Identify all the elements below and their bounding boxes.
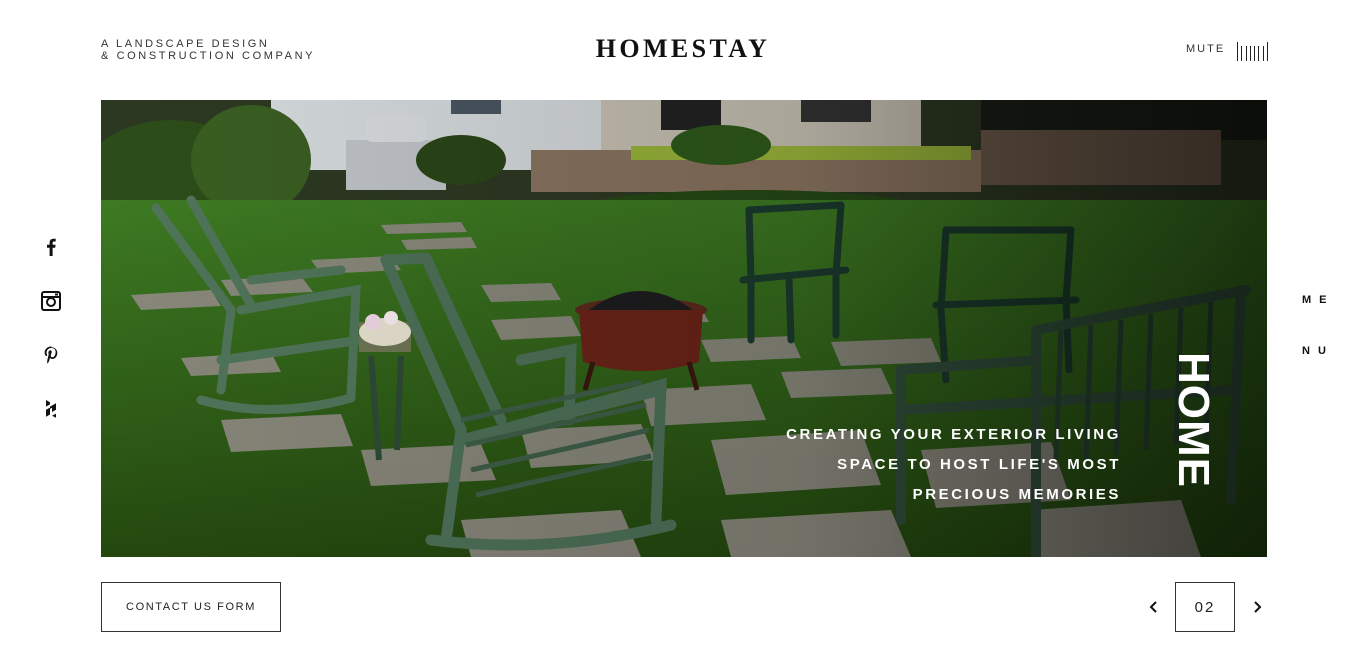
pinterest-icon[interactable] xyxy=(40,344,62,366)
page-number: 02 xyxy=(1175,582,1235,632)
social-links xyxy=(40,236,62,452)
hero-caption: CREATING YOUR EXTERIOR LIVING SPACE TO H… xyxy=(786,420,1121,510)
contact-us-button[interactable]: CONTACT US FORM xyxy=(101,582,281,632)
instagram-icon[interactable] xyxy=(40,290,62,312)
sound-bars-icon[interactable] xyxy=(1237,42,1268,61)
site-logo[interactable]: HOMESTAY xyxy=(0,34,1366,64)
chevron-right-icon[interactable] xyxy=(1248,598,1266,616)
caption-line-1: CREATING YOUR EXTERIOR LIVING xyxy=(786,426,1121,443)
facebook-icon[interactable] xyxy=(40,236,62,258)
menu-label-part-2: NU xyxy=(1302,345,1334,357)
caption-line-2: SPACE TO HOST LIFE'S MOST xyxy=(837,456,1121,473)
chevron-left-icon[interactable] xyxy=(1145,598,1163,616)
menu-toggle[interactable]: ME NU xyxy=(1302,294,1335,396)
hero-banner: CREATING YOUR EXTERIOR LIVING SPACE TO H… xyxy=(101,100,1267,557)
houzz-icon[interactable] xyxy=(40,398,62,420)
mute-button[interactable]: MUTE xyxy=(1186,43,1225,55)
section-title: HOME xyxy=(1163,340,1223,500)
caption-line-3: PRECIOUS MEMORIES xyxy=(912,486,1121,503)
section-title-text: HOME xyxy=(1169,352,1218,488)
menu-label-part-1: ME xyxy=(1302,294,1335,306)
